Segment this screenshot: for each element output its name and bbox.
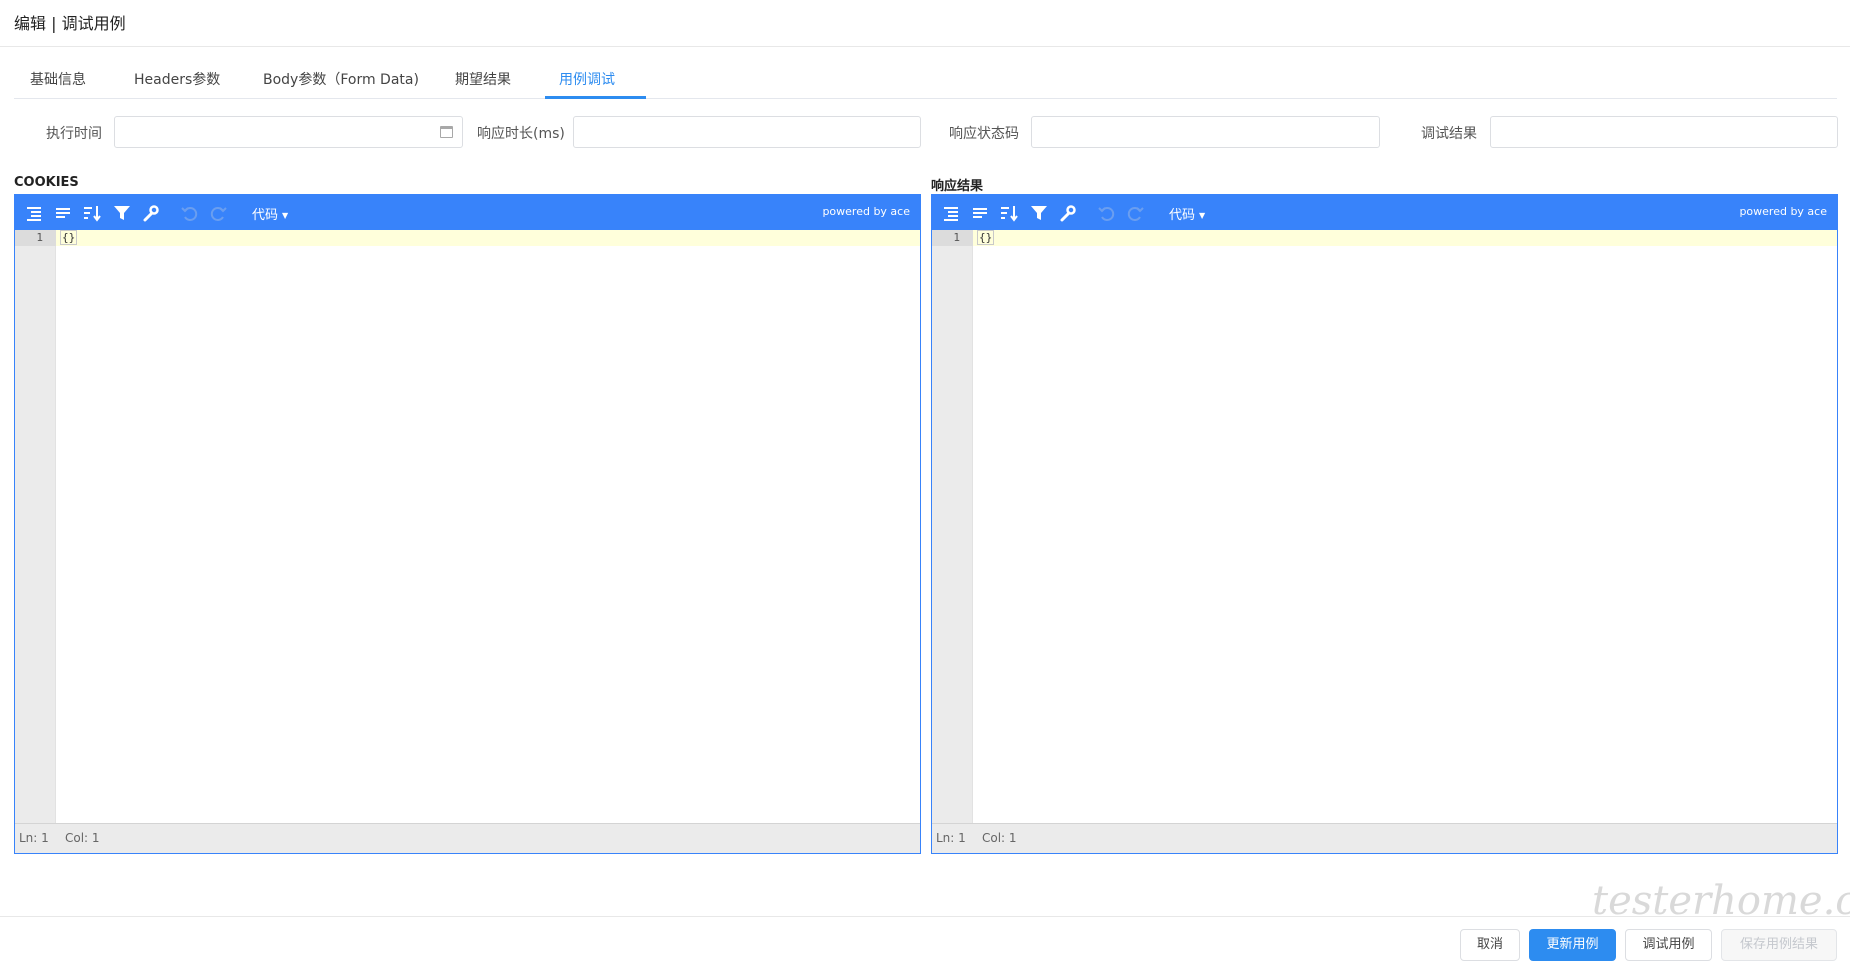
debug-result-input[interactable] [1490,116,1838,148]
tab-body-params[interactable]: Body参数（Form Data) [263,66,419,99]
compact-icon[interactable] [970,203,990,223]
sort-icon[interactable] [82,203,102,223]
cookies-toolbar: 代码 ▼ powered by ace [15,195,920,230]
powered-by-ace: powered by ace [1739,205,1827,218]
cursor-line: Ln: 1 [936,831,966,845]
dialog-header: 编辑 | 调试用例 [0,0,1850,47]
exec-time-label: 执行时间 [46,126,102,142]
status-code-input[interactable] [1031,116,1380,148]
code-area[interactable]: {} [973,230,1837,823]
editor-statusbar: Ln: 1 Col: 1 [15,823,920,853]
format-icon[interactable] [941,203,961,223]
tab-bar: 基础信息 Headers参数 Body参数（Form Data) 期望结果 用例… [14,66,1837,99]
code-content: {} [977,230,995,245]
line-number: 1 [932,230,973,246]
mode-dropdown[interactable]: 代码 ▼ [1169,204,1205,223]
caret-down-icon: ▼ [1199,211,1206,220]
mode-dropdown[interactable]: 代码 ▼ [252,204,288,223]
sort-icon[interactable] [999,203,1019,223]
line-number: 1 [15,230,56,246]
debug-result-label: 调试结果 [1421,126,1477,142]
powered-by-ace: powered by ace [822,205,910,218]
mode-label: 代码 [1169,208,1196,223]
wrench-icon[interactable] [141,203,161,223]
duration-input[interactable] [573,116,921,148]
undo-icon[interactable] [179,203,199,223]
cursor-col: Col: 1 [982,831,1017,845]
editor-statusbar: Ln: 1 Col: 1 [932,823,1837,853]
cursor-col: Col: 1 [65,831,100,845]
duration-label: 响应时长(ms) [477,126,565,142]
compact-icon[interactable] [53,203,73,223]
line-gutter: 1 [15,230,56,823]
response-title: 响应结果 [931,179,984,194]
filter-icon[interactable] [112,203,132,223]
cursor-line: Ln: 1 [19,831,49,845]
redo-icon[interactable] [1126,203,1146,223]
active-code-line[interactable]: {} [56,230,920,246]
tab-headers[interactable]: Headers参数 [134,66,220,99]
calendar-icon[interactable] [440,126,453,138]
update-case-button[interactable]: 更新用例 [1529,929,1616,961]
code-area[interactable]: {} [56,230,920,823]
response-editor: 代码 ▼ powered by ace 1 {} Ln: 1 Col: 1 [931,194,1838,854]
code-content: {} [60,230,78,245]
tab-case-debug[interactable]: 用例调试 [559,66,615,99]
response-toolbar: 代码 ▼ powered by ace [932,195,1837,230]
cancel-button[interactable]: 取消 [1460,929,1520,961]
undo-icon[interactable] [1096,203,1116,223]
status-code-label: 响应状态码 [949,126,1019,142]
format-icon[interactable] [24,203,44,223]
active-tab-indicator [545,96,646,99]
tab-basic-info[interactable]: 基础信息 [30,66,86,99]
cookies-editor: 代码 ▼ powered by ace 1 {} Ln: 1 Col: 1 [14,194,921,854]
active-code-line[interactable]: {} [973,230,1837,246]
exec-time-picker[interactable] [114,116,463,148]
filter-icon[interactable] [1029,203,1049,223]
caret-down-icon: ▼ [282,211,289,220]
redo-icon[interactable] [209,203,229,223]
wrench-icon[interactable] [1058,203,1078,223]
line-gutter: 1 [932,230,973,823]
mode-label: 代码 [252,208,279,223]
cookies-title: COOKIES [14,175,79,190]
dialog-title: 编辑 | 调试用例 [14,14,126,33]
save-result-button[interactable]: 保存用例结果 [1721,929,1837,961]
debug-case-button[interactable]: 调试用例 [1625,929,1712,961]
tab-expected-result[interactable]: 期望结果 [455,66,511,99]
